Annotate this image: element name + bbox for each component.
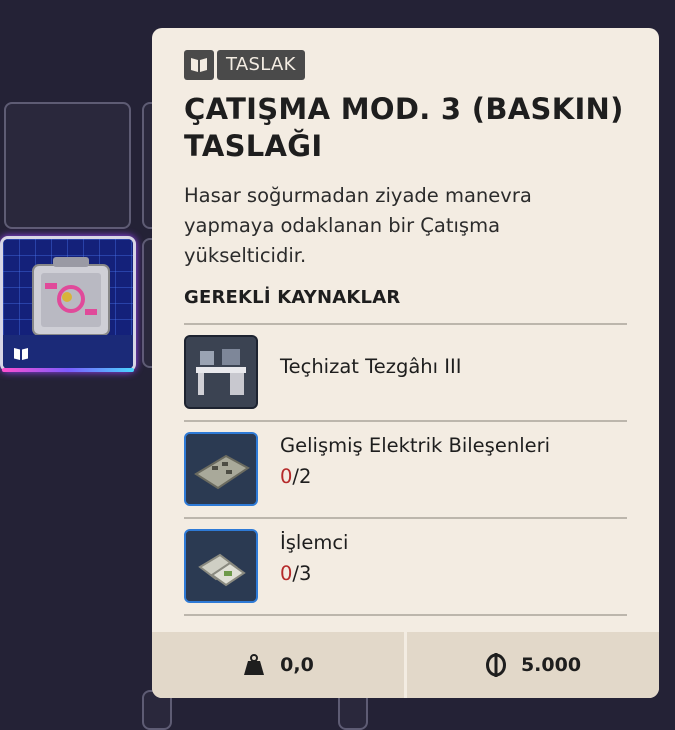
requirement-have: 0 <box>280 465 293 488</box>
type-badge: TASLAK <box>184 50 305 80</box>
processor-icon <box>184 529 258 603</box>
requirement-row: Gelişmiş Elektrik Bileşenleri 0/2 <box>184 420 627 517</box>
requirement-name: Teçhizat Tezgâhı III <box>280 355 462 378</box>
selection-highlight <box>2 368 134 372</box>
requirement-count: 0/2 <box>280 465 311 488</box>
circuit-board-icon <box>184 432 258 506</box>
price-value: 5.000 <box>520 654 582 676</box>
coin-icon <box>485 653 506 677</box>
requirement-row: İşlemci 0/3 <box>184 517 627 616</box>
item-title: ÇATIŞMA MOD. 3 (BASKIN) TASLAĞI <box>184 92 624 163</box>
weight-value: 0,0 <box>280 654 314 676</box>
requirement-count: 0/3 <box>280 562 311 585</box>
book-icon <box>184 50 214 80</box>
requirement-need: /3 <box>292 562 312 585</box>
type-badge-label: TASLAK <box>217 50 305 80</box>
requirement-name: Gelişmiş Elektrik Bileşenleri <box>280 434 551 457</box>
price-stat: 5.000 <box>404 632 659 698</box>
item-description: Hasar soğurmadan ziyade manevra yapmaya … <box>184 184 532 267</box>
requirements-heading: GEREKLİ KAYNAKLAR <box>184 287 401 308</box>
inventory-slot-empty[interactable] <box>4 102 131 229</box>
inventory-slot-selected-blueprint[interactable] <box>0 236 136 372</box>
item-tooltip: TASLAK ÇATIŞMA MOD. 3 (BASKIN) TASLAĞI H… <box>152 28 659 698</box>
book-icon <box>14 348 28 360</box>
requirement-row: Teçhizat Tezgâhı III <box>184 323 627 420</box>
requirement-have: 0 <box>280 562 293 585</box>
weight-stat: 0,0 <box>152 632 404 698</box>
weight-icon <box>244 654 265 675</box>
requirement-need: /2 <box>292 465 312 488</box>
workbench-icon <box>184 335 258 409</box>
requirement-name: İşlemci <box>280 531 349 554</box>
tooltip-footer: 0,0 5.000 <box>152 632 659 698</box>
requirements-list: Teçhizat Tezgâhı III Gelişmiş Elektrik B… <box>184 323 627 616</box>
